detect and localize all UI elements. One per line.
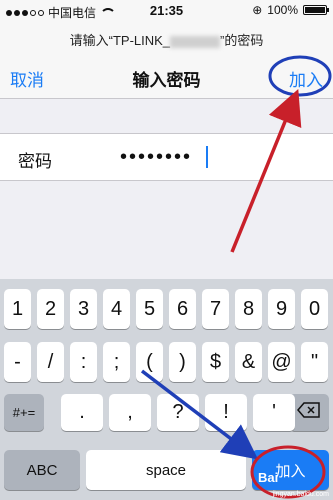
password-label: 密码 xyxy=(18,152,52,171)
baidu-logo: Bai xyxy=(258,470,279,485)
nav-bar: 请输入“TP-LINK_ ”的密码 取消 输入密码 加入 xyxy=(0,22,333,99)
symbol-key[interactable]: & xyxy=(235,342,262,382)
page-title: 输入密码 xyxy=(132,71,201,90)
status-bar: 中国电信 21:35 ⊕ 100% xyxy=(0,0,333,22)
symbol-key[interactable]: - xyxy=(4,342,31,382)
numeric-keyboard: #+= ABC space 加入 1 2 3 4 5 6 7 8 9 0- /:;() $ & @ ".,?… xyxy=(0,279,333,500)
punctuation-key[interactable]: . xyxy=(61,394,103,431)
digit-key[interactable]: 7 xyxy=(202,289,229,329)
symbol-key[interactable]: " xyxy=(301,342,328,382)
digit-key[interactable]: 5 xyxy=(136,289,163,329)
symbols-toggle-key[interactable]: #+= xyxy=(4,394,44,431)
password-row: 密码 xyxy=(0,133,333,181)
symbol-key[interactable]: $ xyxy=(202,342,229,382)
symbol-key[interactable]: / xyxy=(37,342,64,382)
rotation-lock-icon: ⊕ xyxy=(252,3,263,17)
join-button[interactable]: 加入 xyxy=(289,66,323,91)
symbol-key[interactable]: ) xyxy=(169,342,196,382)
digit-key[interactable]: 6 xyxy=(169,289,196,329)
symbol-key[interactable]: ( xyxy=(136,342,163,382)
punctuation-key[interactable]: , xyxy=(109,394,151,431)
prompt-suffix: ”的密码 xyxy=(220,33,264,48)
delete-key[interactable] xyxy=(289,394,329,431)
punctuation-key[interactable]: ? xyxy=(157,394,199,431)
digit-key[interactable]: 9 xyxy=(268,289,295,329)
battery-icon xyxy=(303,5,329,15)
digit-key[interactable]: 2 xyxy=(37,289,64,329)
symbol-key[interactable]: @ xyxy=(268,342,295,382)
watermark-text: jingyan.baidu.com xyxy=(272,491,329,498)
digit-key[interactable]: 4 xyxy=(103,289,130,329)
password-input[interactable] xyxy=(120,140,320,174)
status-right: ⊕ 100% xyxy=(252,3,329,17)
abc-key[interactable]: ABC xyxy=(4,450,80,490)
battery-percent: 100% xyxy=(267,3,298,17)
prompt-prefix: 请输入“TP-LINK_ xyxy=(69,33,171,48)
digit-key[interactable]: 3 xyxy=(70,289,97,329)
password-prompt: 请输入“TP-LINK_ ”的密码 xyxy=(0,30,333,49)
punctuation-key[interactable]: ! xyxy=(205,394,247,431)
redacted-ssid xyxy=(170,35,221,48)
text-cursor xyxy=(206,146,208,168)
symbol-key[interactable]: : xyxy=(70,342,97,382)
backspace-icon xyxy=(297,401,321,424)
punctuation-key[interactable]: ' xyxy=(253,394,295,431)
symbol-key[interactable]: ; xyxy=(103,342,130,382)
digit-key[interactable]: 8 xyxy=(235,289,262,329)
digit-key[interactable]: 0 xyxy=(301,289,328,329)
digit-key[interactable]: 1 xyxy=(4,289,31,329)
space-key[interactable]: space xyxy=(86,450,246,490)
